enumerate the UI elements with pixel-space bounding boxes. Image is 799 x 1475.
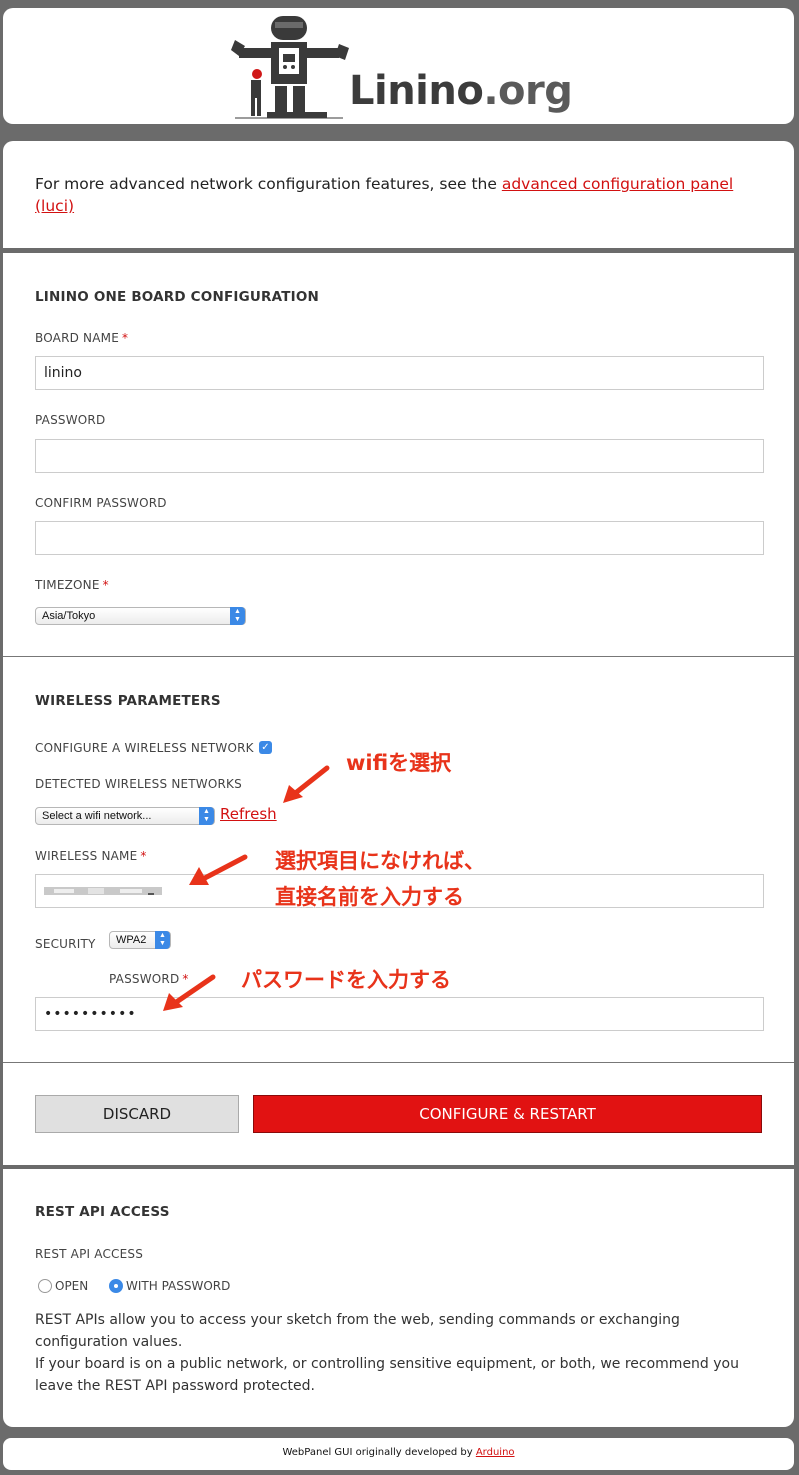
rest-password-radio[interactable] [109,1279,123,1293]
select-arrows-icon: ▲ ▼ [199,807,214,825]
annotation-arrow-icon [189,854,248,885]
annotation-arrow-icon [163,974,216,1011]
configure-wireless-label: CONFIGURE A WIRELESS NETWORK [35,741,254,755]
rest-password-label: WITH PASSWORD [126,1279,231,1293]
security-select[interactable]: WPA2 ▲ ▼ [109,931,171,949]
header-card: Linino.org [3,8,794,124]
rest-api-description: REST APIs allow you to access your sketc… [35,1312,680,1350]
password-input[interactable] [35,439,764,473]
discard-button[interactable]: DISCARD [35,1095,239,1133]
annotation-arrow-icon [283,765,330,803]
board-name-input[interactable]: linino [35,356,764,390]
board-name-label: BOARD NAME * [35,331,129,345]
advanced-config-notice: For more advanced network configuration … [35,173,755,217]
detected-networks-label: DETECTED WIRELESS NETWORKS [35,777,242,791]
annotation-manual-line2: 直接名前を入力する [275,885,464,909]
board-config-title: LININO ONE BOARD CONFIGURATION [35,289,320,305]
rest-api-recommendation: If your board is on a public network, or… [35,1356,739,1394]
linino-logo[interactable]: Linino.org [231,14,576,119]
annotation-manual-line1: 選択項目になければ、 [275,849,485,873]
configure-restart-button[interactable]: CONFIGURE & RESTART [253,1095,762,1133]
notice-text: For more advanced network configuration … [35,175,502,193]
rest-open-radio[interactable] [38,1279,52,1293]
security-value: WPA2 [116,934,147,946]
footer-credit: WebPanel GUI originally developed by Ard… [3,1447,794,1458]
password-label: PASSWORD [35,413,106,427]
section-divider [3,1062,794,1063]
configure-wireless-checkbox[interactable]: ✓ [259,741,272,754]
timezone-select[interactable]: Asia/Tokyo ▲ ▼ [35,607,246,625]
section-divider [3,656,794,657]
footer-card: WebPanel GUI originally developed by Ard… [3,1438,794,1470]
arduino-link[interactable]: Arduino [476,1447,515,1458]
info-card: For more advanced network configuration … [3,141,794,248]
select-arrows-icon: ▲ ▼ [230,607,245,625]
wifi-password-input[interactable]: •••••••••• [35,997,764,1031]
refresh-link[interactable]: Refresh [220,805,277,823]
annotation-select-wifi: wifiを選択 [346,751,452,775]
confirm-password-label: CONFIRM PASSWORD [35,496,167,510]
wifi-select-value: Select a wifi network... [42,810,152,822]
wireless-name-label: WIRELESS NAME * [35,849,147,863]
rest-api-card: REST API ACCESS REST API ACCESS OPEN WIT… [3,1169,794,1427]
confirm-password-input[interactable] [35,521,764,555]
select-arrows-icon: ▲ ▼ [155,931,170,949]
annotation-enter-password: パスワードを入力する [241,968,451,992]
wifi-network-select[interactable]: Select a wifi network... ▲ ▼ [35,807,215,825]
rest-open-label: OPEN [55,1279,89,1293]
security-label: SECURITY [35,937,96,951]
rest-api-title: REST API ACCESS [35,1204,170,1220]
rest-api-label: REST API ACCESS [35,1247,144,1261]
blurred-ssid-icon [44,887,162,895]
robot-logo-icon [231,16,349,119]
footer-text: WebPanel GUI originally developed by [282,1447,476,1458]
wireless-title: WIRELESS PARAMETERS [35,693,221,709]
timezone-label: TIMEZONE * [35,578,109,592]
logo-wordmark: Linino.org [349,68,573,114]
config-card: LININO ONE BOARD CONFIGURATION BOARD NAM… [3,253,794,1165]
timezone-value: Asia/Tokyo [42,610,96,622]
